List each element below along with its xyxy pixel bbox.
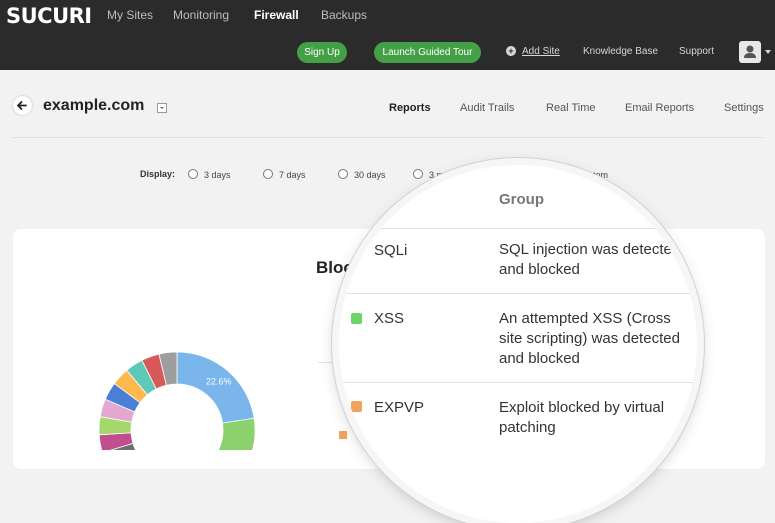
sign-up-button[interactable]: Sign Up: [297, 42, 347, 63]
donut-slice-label: 22.6%: [206, 376, 232, 386]
nav-backups[interactable]: Backups: [321, 8, 367, 22]
tab-email-reports[interactable]: Email Reports: [625, 102, 694, 114]
attack-code-sqli: SQLi: [374, 242, 408, 259]
launch-guided-tour-button[interactable]: Launch Guided Tour: [374, 42, 481, 63]
radio-30-days[interactable]: 30 days: [338, 169, 386, 180]
magnifier-lens: Group SQLi SQL injection was detected an…: [339, 165, 697, 523]
nav-monitoring[interactable]: Monitoring: [173, 8, 229, 22]
table-divider: [339, 382, 697, 383]
add-site-label: Add Site: [522, 46, 560, 57]
legend-swatch: [339, 431, 347, 439]
add-site-link[interactable]: + Add Site: [506, 46, 560, 57]
donut-slice-1: [217, 417, 256, 450]
user-menu-button[interactable]: [739, 41, 761, 63]
nav-firewall[interactable]: Firewall: [254, 8, 299, 22]
group-column-header: Group: [499, 191, 544, 208]
radio-7-days[interactable]: 7 days: [263, 169, 306, 180]
attack-desc-sqli: SQL injection was detected and blocked: [499, 241, 681, 278]
site-dropdown-toggle[interactable]: [157, 103, 167, 113]
knowledge-base-link[interactable]: Knowledge Base: [583, 46, 658, 57]
card-title: Bloc: [316, 258, 353, 277]
attack-code-expvp: EXPVP: [374, 399, 425, 416]
arrow-left-icon: [17, 101, 27, 110]
tab-real-time[interactable]: Real Time: [546, 102, 596, 114]
attack-code-xss: XSS: [374, 310, 405, 327]
top-navigation: SUCURI My Sites Monitoring Firewall Back…: [0, 0, 775, 70]
attack-types-donut-chart: 22.6%: [99, 351, 256, 450]
nav-my-sites[interactable]: My Sites: [107, 8, 153, 22]
legend-swatch-xss: [351, 313, 362, 324]
support-link[interactable]: Support: [679, 46, 714, 57]
tab-reports[interactable]: Reports: [389, 102, 431, 114]
divider: [12, 137, 763, 138]
tab-settings[interactable]: Settings: [724, 102, 764, 114]
attack-desc-xss: An attempted XSS (Cross site scripting) …: [499, 310, 680, 367]
attack-desc-expvp: Exploit blocked by virtual patching: [499, 399, 665, 436]
radio-3-days[interactable]: 3 days: [188, 169, 231, 180]
user-icon: [744, 45, 756, 58]
display-label: Display:: [140, 169, 176, 179]
table-divider: [339, 228, 697, 229]
legend-swatch-expvp: [351, 401, 362, 412]
tab-audit-trails[interactable]: Audit Trails: [460, 102, 514, 114]
back-button[interactable]: [13, 96, 32, 115]
table-divider: [339, 293, 697, 294]
sucuri-logo[interactable]: SUCURI: [6, 4, 92, 28]
site-name: example.com: [43, 97, 145, 114]
plus-circle-icon: +: [506, 46, 516, 56]
chevron-down-icon[interactable]: [765, 50, 771, 54]
donut-slice-0: [176, 351, 255, 424]
